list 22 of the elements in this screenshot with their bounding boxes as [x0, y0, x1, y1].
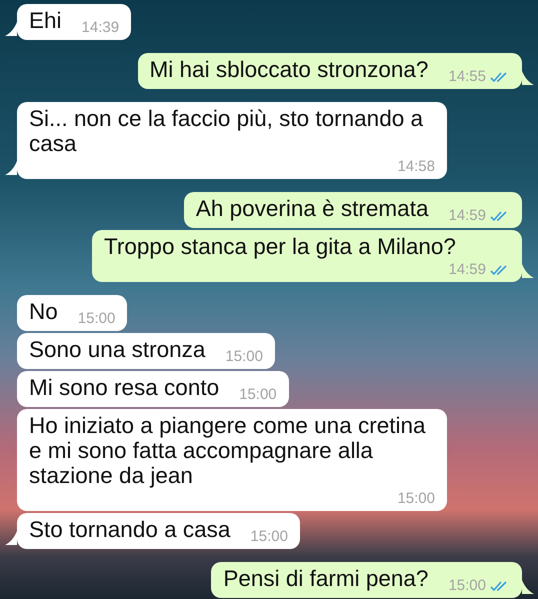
message-text: Mi hai sbloccato stronzona? — [150, 57, 428, 84]
message-time: 14:39 — [82, 20, 120, 36]
message-text: Troppo stanca per la gita a Milano? — [104, 234, 456, 261]
message-text: Ehi — [29, 8, 62, 35]
message-text: Sto tornando a casa — [29, 517, 230, 544]
message-text: Mi sono resa conto — [29, 375, 220, 402]
message-time: 14:59 — [448, 208, 486, 224]
message-text: Ho iniziato a piangere come una cretina e mi sono fatta accompagnare alla stazione da jean — [29, 413, 426, 490]
message-text: No — [29, 299, 58, 326]
message-time: 15:00 — [78, 311, 116, 327]
message-time: 14:55 — [448, 69, 486, 85]
message-text: Ah poverina è stremata — [196, 196, 428, 223]
message-time: 15:00 — [225, 349, 263, 365]
message-time: 15:00 — [250, 529, 288, 545]
message-time: 15:00 — [397, 491, 435, 507]
message-time: 14:59 — [448, 262, 486, 278]
message-time: 15:00 — [239, 387, 277, 403]
message-text: Pensi di farmi pena? — [223, 566, 428, 593]
message-text: Si... non ce la faccio più, sto tornando a casa — [29, 106, 424, 158]
message-time: 15:00 — [448, 578, 486, 594]
message-time: 14:58 — [397, 159, 435, 175]
message-text: Sono una stronza — [29, 337, 206, 364]
